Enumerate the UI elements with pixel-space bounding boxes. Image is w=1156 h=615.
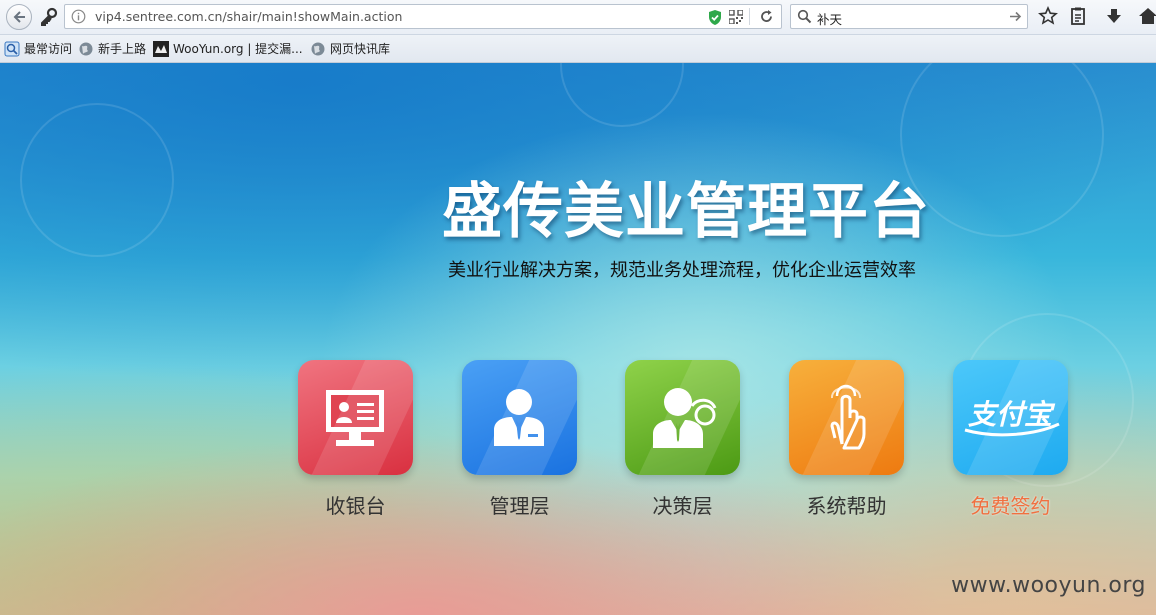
back-arrow-icon xyxy=(13,11,25,23)
decorative-ring xyxy=(20,103,174,257)
reading-list-icon[interactable] xyxy=(1068,6,1088,26)
bookmarks-bar: 最常访问 新手上路 WooYun.org | 提交漏... 网页快讯库 xyxy=(0,35,1156,63)
tile-free-signup[interactable]: 支付宝 xyxy=(953,360,1068,475)
alipay-logo-text: 支付宝 xyxy=(968,398,1056,431)
key-icon[interactable] xyxy=(39,7,59,27)
url-text[interactable]: vip4.sentree.com.cn/shair/main!showMain.… xyxy=(95,9,402,24)
decision-support-icon xyxy=(653,388,717,448)
url-bar[interactable]: vip4.sentree.com.cn/shair/main!showMain.… xyxy=(64,4,782,29)
wooyun-icon xyxy=(153,40,169,57)
manager-person-icon xyxy=(494,389,544,446)
decorative-ring xyxy=(560,63,684,127)
bookmark-label: WooYun.org | 提交漏... xyxy=(173,42,303,56)
search-go-icon[interactable] xyxy=(1009,10,1022,23)
bookmark-most-visited[interactable]: 最常访问 xyxy=(4,40,72,58)
tile-help[interactable] xyxy=(789,360,904,475)
page-subtitle: 美业行业解决方案，规范业务处理流程，优化企业运营效率 xyxy=(448,260,916,281)
page-title: 盛传美业管理平台 xyxy=(442,177,930,247)
tile-label-decision[interactable]: 决策层 xyxy=(625,490,740,519)
tile-decision[interactable] xyxy=(625,360,740,475)
watermark: www.wooyun.org xyxy=(951,573,1146,598)
bookmark-label: 新手上路 xyxy=(98,42,147,56)
star-icon[interactable] xyxy=(1038,6,1058,26)
search-icon xyxy=(797,9,812,24)
globe-icon xyxy=(79,42,93,55)
browser-toolbar: vip4.sentree.com.cn/shair/main!showMain.… xyxy=(0,0,1156,35)
home-icon[interactable] xyxy=(1138,6,1156,26)
bookmark-getting-started[interactable]: 新手上路 xyxy=(78,40,146,58)
pointing-hand-icon xyxy=(830,384,866,450)
tile-label-free-signup[interactable]: 免费签约 xyxy=(953,490,1068,519)
url-separator xyxy=(749,8,750,25)
tile-label-help[interactable]: 系统帮助 xyxy=(789,490,904,519)
qr-code-icon[interactable] xyxy=(729,10,743,24)
bookmark-label: 最常访问 xyxy=(24,42,73,56)
shield-icon[interactable] xyxy=(707,9,723,26)
decorative-ring xyxy=(900,63,1104,237)
tile-cashier[interactable] xyxy=(298,360,413,475)
alipay-logo-icon: 支付宝 xyxy=(964,398,1060,437)
cashier-terminal-icon xyxy=(326,390,384,446)
back-button[interactable] xyxy=(6,4,32,30)
info-icon[interactable] xyxy=(71,9,86,24)
reload-icon[interactable] xyxy=(759,9,774,24)
search-bar[interactable]: 补天 xyxy=(790,4,1028,29)
page-viewport: 盛传美业管理平台 美业行业解决方案，规范业务处理流程，优化企业运营效率 收银台 … xyxy=(0,63,1156,615)
bookmark-web-slices[interactable]: 网页快讯库 xyxy=(310,40,390,58)
tile-label-cashier[interactable]: 收银台 xyxy=(298,490,413,519)
most-visited-icon xyxy=(4,41,20,56)
download-icon[interactable] xyxy=(1104,6,1124,26)
bookmark-wooyun[interactable]: WooYun.org | 提交漏... xyxy=(153,40,303,58)
tile-management[interactable] xyxy=(462,360,577,475)
tile-label-management[interactable]: 管理层 xyxy=(462,490,577,519)
search-input[interactable]: 补天 xyxy=(817,9,842,28)
globe-icon xyxy=(311,42,325,55)
bookmark-label: 网页快讯库 xyxy=(330,42,391,56)
